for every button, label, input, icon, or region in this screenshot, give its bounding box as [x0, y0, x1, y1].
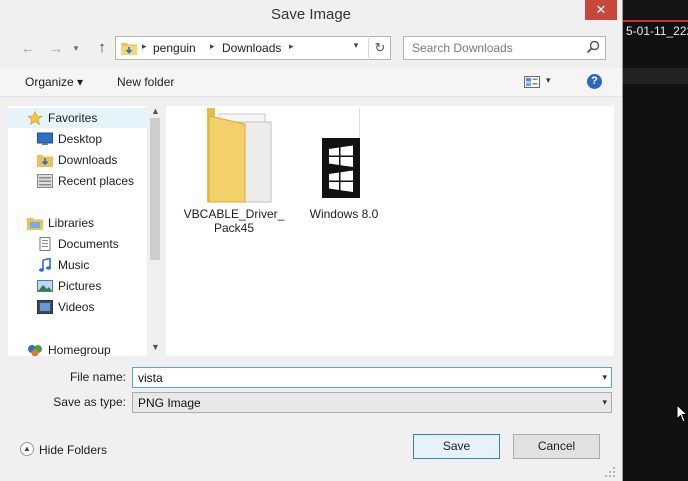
save-button[interactable]: Save — [413, 434, 500, 459]
file-name-field[interactable]: vista ▾ — [132, 367, 612, 388]
breadcrumb-penguin[interactable]: penguin — [153, 41, 196, 55]
file-name-label: File name: — [69, 370, 126, 384]
command-toolbar: Organize ▾ New folder ▾ ? — [0, 68, 622, 97]
background-app-window: 5-01-11_222 — [620, 0, 688, 481]
file-item-vbcable[interactable]: VBCABLE_Driver_ Pack45 — [179, 106, 289, 235]
refresh-button[interactable]: ↻ — [368, 38, 391, 58]
close-button[interactable]: ✕ — [585, 0, 617, 20]
save-as-type-label: Save as type: — [53, 395, 126, 409]
nav-item-favorites[interactable]: Favorites — [8, 108, 147, 128]
change-view-icon[interactable] — [524, 76, 540, 88]
search-icon — [586, 40, 600, 54]
star-icon — [27, 111, 43, 125]
file-list-view: VBCABLE_Driver_ Pack45 Windows 8.0 — [166, 106, 614, 356]
pictures-icon — [37, 280, 53, 292]
windows-image-icon — [322, 108, 360, 198]
mouse-cursor-icon — [676, 404, 688, 423]
downloads-folder-icon — [121, 43, 137, 55]
folder-icon — [207, 108, 272, 203]
navigation-pane-scrollbar[interactable]: ▲ ▼ — [147, 106, 163, 356]
chevron-up-icon: ▲ — [20, 442, 34, 456]
homegroup-icon — [28, 345, 42, 356]
background-app-text: 5-01-11_222 — [626, 24, 688, 38]
back-button[interactable]: ← — [17, 37, 39, 59]
documents-icon — [39, 237, 51, 251]
save-image-dialog: Save Image ✕ ← → ▾ ↑ ▸ penguin ▸ Downloa… — [0, 0, 623, 481]
breadcrumb-separator[interactable]: ▸ — [210, 41, 215, 52]
downloads-icon — [37, 155, 53, 167]
search-box[interactable]: Search Downloads — [403, 36, 606, 60]
recent-locations-dropdown[interactable]: ▾ — [70, 37, 82, 59]
cancel-button[interactable]: Cancel — [513, 434, 600, 459]
breadcrumb-separator[interactable]: ▸ — [289, 41, 294, 52]
background-app-titlebar — [620, 0, 688, 22]
scroll-down-arrow-icon[interactable]: ▼ — [151, 342, 160, 352]
new-folder-button[interactable]: New folder — [117, 75, 174, 89]
up-button[interactable]: ↑ — [91, 37, 113, 59]
videos-icon — [37, 300, 53, 314]
save-as-type-dropdown-icon[interactable]: ▾ — [602, 397, 607, 408]
libraries-icon — [27, 218, 43, 230]
hide-folders-label: Hide Folders — [39, 443, 108, 457]
file-name-dropdown-icon[interactable]: ▾ — [602, 372, 607, 383]
music-icon — [39, 258, 51, 272]
view-options-dropdown[interactable]: ▾ — [546, 75, 551, 86]
help-icon[interactable]: ? — [587, 74, 602, 89]
resize-grip-icon[interactable] — [604, 466, 616, 478]
organize-menu-button[interactable]: Organize ▾ — [25, 75, 83, 89]
title-bar: Save Image ✕ — [0, 0, 622, 30]
scroll-up-arrow-icon[interactable]: ▲ — [151, 106, 160, 116]
file-name-input[interactable]: vista — [138, 371, 163, 385]
scrollbar-thumb[interactable] — [150, 118, 160, 260]
address-history-dropdown[interactable]: ▾ — [348, 40, 364, 51]
save-as-type-value: PNG Image — [138, 396, 201, 410]
forward-button[interactable]: → — [45, 37, 67, 59]
background-app-strip — [620, 68, 688, 84]
save-as-type-select[interactable]: PNG Image ▾ — [132, 392, 612, 413]
desktop-icon — [37, 132, 53, 145]
address-bar[interactable]: ▸ penguin ▸ Downloads ▸ ▾ ↻ — [115, 36, 391, 60]
search-input[interactable]: Search Downloads — [412, 41, 513, 55]
recent-places-icon — [37, 174, 53, 188]
file-item-windows-8[interactable]: Windows 8.0 — [299, 106, 389, 221]
breadcrumb-downloads[interactable]: Downloads — [222, 41, 281, 55]
breadcrumb-separator: ▸ — [142, 41, 147, 51]
save-fields-panel: File name: vista ▾ Save as type: PNG Ima… — [0, 358, 622, 416]
dialog-title: Save Image — [270, 6, 352, 23]
navigation-pane: Favorites Desktop Downloads Recent place… — [8, 106, 163, 356]
